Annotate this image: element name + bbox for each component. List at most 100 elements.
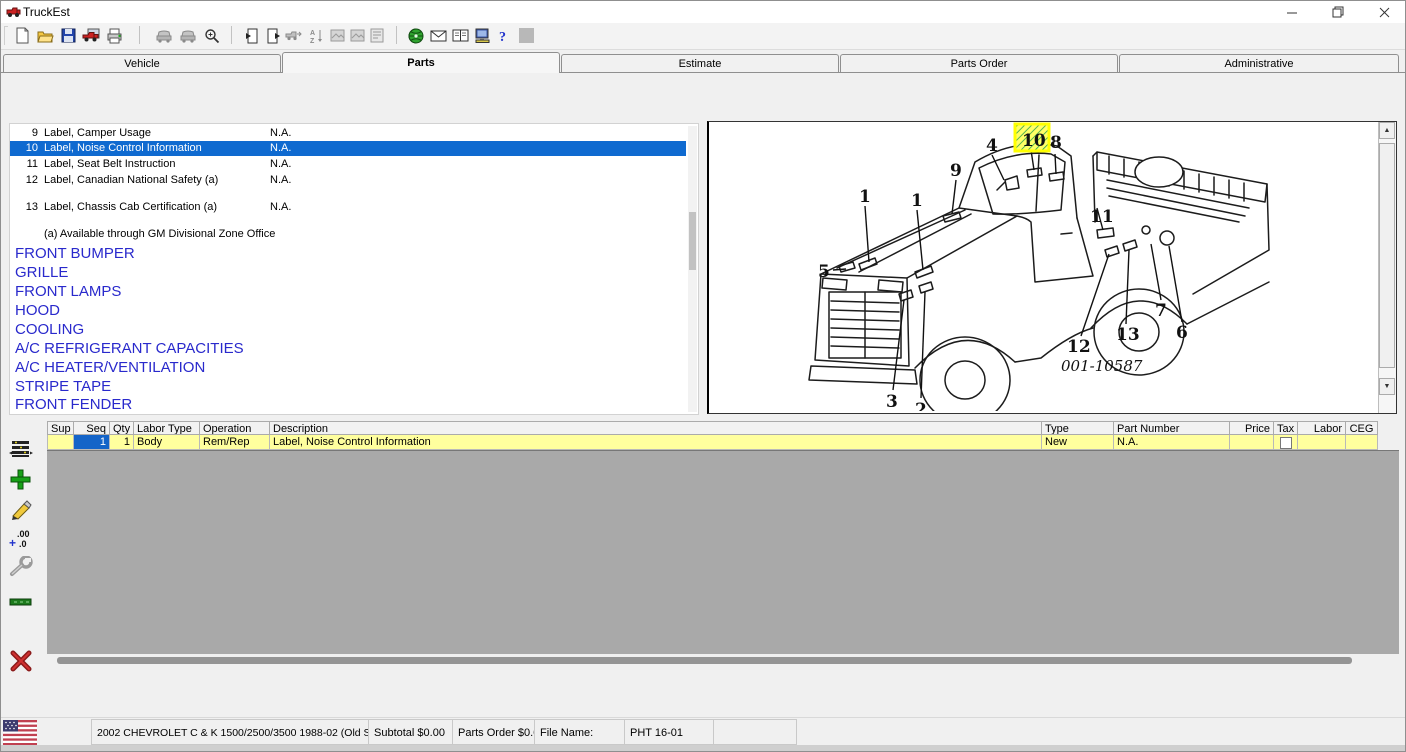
cell-operation[interactable]: Rem/Rep [199,435,270,450]
category-link-stripe-tape[interactable]: STRIPE TAPE [15,377,111,396]
edit-pencil-icon[interactable] [9,497,35,521]
item-part-number: N.A. [270,200,291,215]
scroll-up-button[interactable]: ▲ [1379,122,1395,139]
category-link-front-bumper[interactable]: FRONT BUMPER [15,244,135,263]
export-page-icon[interactable] [262,25,284,46]
adjust-decimal-icon[interactable]: .00+.0 [9,527,35,551]
tab-baseline [1,72,1406,73]
zoom-icon[interactable] [201,25,223,46]
callout-label[interactable]: 5 [818,262,830,282]
new-document-icon[interactable] [11,25,33,46]
cell-labor[interactable] [1297,435,1346,450]
callout-label[interactable]: 2 [915,400,927,411]
minimize-button[interactable] [1269,1,1315,23]
column-header-type: Type [1041,421,1114,435]
us-flag-icon [3,720,37,745]
status-subtotal: Subtotal $0.00 [368,719,453,745]
diagram-scrollbar-thumb[interactable] [1379,143,1395,368]
column-header-description: Description [269,421,1042,435]
cell-type[interactable]: New [1041,435,1114,450]
restore-button[interactable] [1315,1,1361,23]
grid-horizontal-scrollbar-thumb[interactable] [57,657,1352,664]
toolbar-separator [139,26,140,44]
print-icon[interactable] [103,25,125,46]
callout-label[interactable]: 8 [1050,133,1062,153]
callout-label[interactable]: 9 [950,161,962,181]
parts-list-item[interactable]: 13 Label, Chassis Cab Certification (a) … [10,200,686,215]
parts-list-item[interactable]: 9 Label, Camper Usage N.A. [10,126,686,141]
category-link-cooling[interactable]: COOLING [15,320,84,339]
scroll-down-button[interactable]: ▼ [1379,378,1395,395]
callout-label[interactable]: 1 [859,187,871,207]
email-icon[interactable] [427,25,449,46]
parts-list-scrollbar[interactable] [688,126,697,412]
import-page-icon[interactable] [241,25,263,46]
callout-label-highlighted[interactable]: 10 [1022,131,1046,151]
parts-list-scrollbar-thumb[interactable] [689,212,696,270]
add-vehicle-icon[interactable] [80,25,102,46]
item-number: 10 [12,141,38,156]
tab-administrative[interactable]: Administrative [1119,54,1399,73]
grid-horizontal-scrollbar[interactable] [47,655,1399,667]
category-link-hood[interactable]: HOOD [15,301,60,320]
item-part-number: N.A. [270,157,291,172]
tab-vehicle[interactable]: Vehicle [3,54,281,73]
callout-label[interactable]: 7 [1155,301,1167,321]
diagram-scrollbar[interactable]: ▲ ▼ [1378,122,1396,413]
divider-bar-icon[interactable] [9,590,35,614]
svg-text:+: + [9,536,16,550]
help-icon[interactable]: ? [493,25,515,46]
tab-label: Estimate [679,58,722,70]
callout-label[interactable]: 4 [986,136,998,156]
web-globe-icon[interactable] [405,25,427,46]
item-label: Label, Chassis Cab Certification (a) [44,200,217,215]
cell-part-number[interactable]: N.A. [1113,435,1230,450]
add-line-icon[interactable] [9,467,35,491]
open-file-icon[interactable] [34,25,56,46]
window-bottom-edge [1,745,1406,752]
cell-seq-selected[interactable]: 1 [73,435,110,450]
cell-price[interactable] [1229,435,1274,450]
parts-list-item[interactable]: 11 Label, Seat Belt Instruction N.A. [10,157,686,172]
svg-text:.00: .00 [17,529,30,539]
category-link-ac-refrigerant[interactable]: A/C REFRIGERANT CAPACITIES [15,339,244,358]
callout-label[interactable]: 6 [1176,323,1188,343]
delete-x-icon[interactable] [9,649,35,673]
cell-ceg[interactable] [1345,435,1378,450]
cell-sup[interactable] [47,435,74,450]
category-link-grille[interactable]: GRILLE [15,263,68,282]
callout-label[interactable]: 11 [1090,207,1114,227]
column-header-tax: Tax [1273,421,1298,435]
vehicle-view-icon [153,25,175,46]
computer-icon[interactable] [471,25,493,46]
tools-wrench-icon[interactable] [9,555,35,579]
callout-label[interactable]: 13 [1116,325,1140,345]
minimize-icon [1287,7,1298,18]
callout-label[interactable]: 3 [886,392,898,411]
column-header-qty: Qty [109,421,134,435]
category-link-ac-heater[interactable]: A/C HEATER/VENTILATION [15,358,205,377]
image-next-icon [346,25,368,46]
category-link-front-fender[interactable]: FRONT FENDER [15,395,132,414]
cell-description[interactable]: Label, Noise Control Information [269,435,1042,450]
tab-parts[interactable]: Parts [282,52,560,73]
save-icon[interactable] [57,25,79,46]
catalog-icon[interactable] [449,25,471,46]
parts-list-item-selected[interactable]: 10 Label, Noise Control Information N.A. [10,141,686,156]
column-header-ceg: CEG [1345,421,1378,435]
cell-qty[interactable]: 1 [109,435,134,450]
item-label: Label, Seat Belt Instruction [44,157,175,172]
category-link-front-lamps[interactable]: FRONT LAMPS [15,282,121,301]
cell-labor-type[interactable]: Body [133,435,200,450]
status-bar: 2002 CHEVROLET C & K 1500/2500/3500 1988… [1,717,1406,746]
tax-checkbox[interactable] [1280,437,1292,449]
parts-stack-icon[interactable] [9,437,35,461]
callout-label[interactable]: 12 [1067,337,1091,357]
tab-parts-order[interactable]: Parts Order [840,54,1118,73]
parts-list-item[interactable]: 12 Label, Canadian National Safety (a) N… [10,173,686,188]
callout-label[interactable]: 1 [911,191,923,211]
column-header-labor: Labor [1297,421,1346,435]
tab-estimate[interactable]: Estimate [561,54,839,73]
status-vehicle: 2002 CHEVROLET C & K 1500/2500/3500 1988… [91,719,369,745]
close-button[interactable] [1361,1,1406,23]
